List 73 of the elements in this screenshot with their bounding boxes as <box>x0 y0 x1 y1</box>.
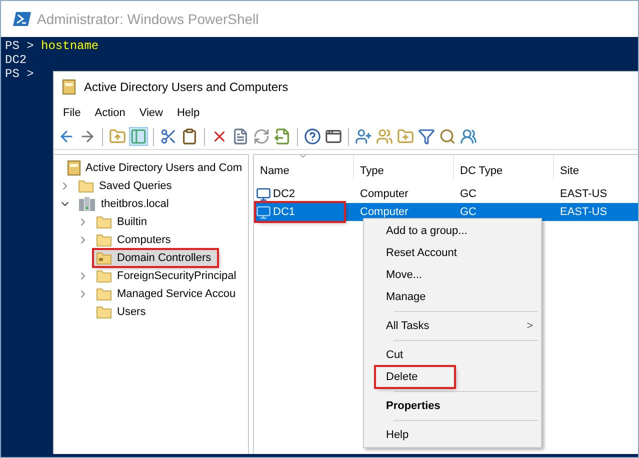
table-cell-text: EAST-US <box>560 186 608 202</box>
tree-item[interactable]: Builtin <box>94 214 153 230</box>
group-icon[interactable] <box>460 128 477 145</box>
column-header[interactable]: Site <box>560 162 579 179</box>
app-title: Active Directory Users and Computers <box>84 79 288 96</box>
menu-item[interactable]: Add to a group... <box>376 221 476 241</box>
back-icon[interactable] <box>58 128 75 145</box>
menu-item[interactable]: View <box>134 104 168 122</box>
directory-book-icon <box>62 79 76 95</box>
table-cell-text: EAST-US <box>560 204 608 220</box>
submenu-arrow: > <box>526 318 533 334</box>
tree-item[interactable]: ForeignSecurityPrincipal <box>94 268 242 284</box>
forward-icon[interactable] <box>79 128 96 145</box>
menu-item[interactable]: All Tasks > <box>376 316 533 336</box>
console-prompt: PS > <box>5 39 35 53</box>
add-user-icon[interactable] <box>355 128 372 145</box>
console-prompt: PS > <box>5 67 35 81</box>
column-header[interactable]: Type <box>360 162 384 179</box>
menu-item[interactable]: Action <box>90 104 130 122</box>
column-header[interactable]: DC Type <box>460 162 503 179</box>
table-cell: DC1 <box>256 203 344 221</box>
menu-item[interactable]: File <box>58 104 86 122</box>
tree-item[interactable]: Computers <box>94 232 177 248</box>
add-group-icon[interactable] <box>376 128 393 145</box>
tree-item[interactable]: Users <box>94 304 152 320</box>
folder-icon <box>96 251 112 265</box>
folder-icon <box>96 215 112 229</box>
add-folder-icon[interactable] <box>397 128 414 145</box>
table-cell-text: Computer <box>360 204 408 220</box>
tree-item[interactable]: Managed Service Accou <box>94 286 242 302</box>
tree-item[interactable]: theitbros.local <box>76 196 175 212</box>
computer-icon <box>256 204 271 220</box>
folder-icon <box>96 233 112 247</box>
table-row[interactable]: DC1 Computer GC EAST-US <box>254 203 638 221</box>
table-row[interactable]: DC2 Computer GC EAST-US <box>254 185 638 203</box>
tree-item[interactable]: Saved Queries <box>76 178 178 194</box>
paste-icon[interactable] <box>181 128 198 145</box>
table-cell-text: GC <box>460 204 476 220</box>
powershell-icon <box>13 12 31 26</box>
folder-icon <box>96 305 112 319</box>
table-cell-text: Computer <box>360 186 408 202</box>
menu-item[interactable]: Properties <box>376 396 454 416</box>
folder-icon <box>78 179 94 193</box>
console-command: hostname <box>41 39 99 53</box>
folder-icon <box>96 269 112 283</box>
computer-icon <box>256 186 271 202</box>
menu-item[interactable]: Cut <box>376 345 454 365</box>
menu-item[interactable]: Help <box>376 425 454 445</box>
tree-item[interactable]: Domain Controllers <box>94 250 218 266</box>
folder-icon <box>96 287 112 301</box>
folder-up-icon[interactable] <box>109 128 126 145</box>
menu-item[interactable]: Delete <box>376 367 454 387</box>
menu-item[interactable]: Reset Account <box>376 243 465 263</box>
filter-icon[interactable] <box>418 128 435 145</box>
help-icon[interactable] <box>304 128 321 145</box>
window-icon[interactable] <box>325 128 342 145</box>
menu-item[interactable]: Manage <box>376 287 454 307</box>
properties-icon[interactable] <box>232 128 249 145</box>
menu-item[interactable]: Help <box>172 104 205 122</box>
column-header[interactable]: Name <box>260 162 290 179</box>
servers-icon <box>78 196 96 212</box>
window-title: Administrator: Windows PowerShell <box>37 10 259 28</box>
console-output: DC2 <box>5 53 27 67</box>
find-icon[interactable] <box>439 128 456 145</box>
refresh-icon[interactable] <box>253 128 270 145</box>
table-cell: DC2 <box>256 185 344 203</box>
directory-book-icon <box>66 160 80 176</box>
table-cell-text: GC <box>460 186 476 202</box>
export-icon[interactable] <box>274 128 291 145</box>
console-tree-icon[interactable] <box>130 128 147 145</box>
tree-item[interactable]: Active Directory Users and Com <box>64 160 248 176</box>
cut-icon[interactable] <box>160 128 177 145</box>
menu-item[interactable]: Move... <box>376 265 454 285</box>
